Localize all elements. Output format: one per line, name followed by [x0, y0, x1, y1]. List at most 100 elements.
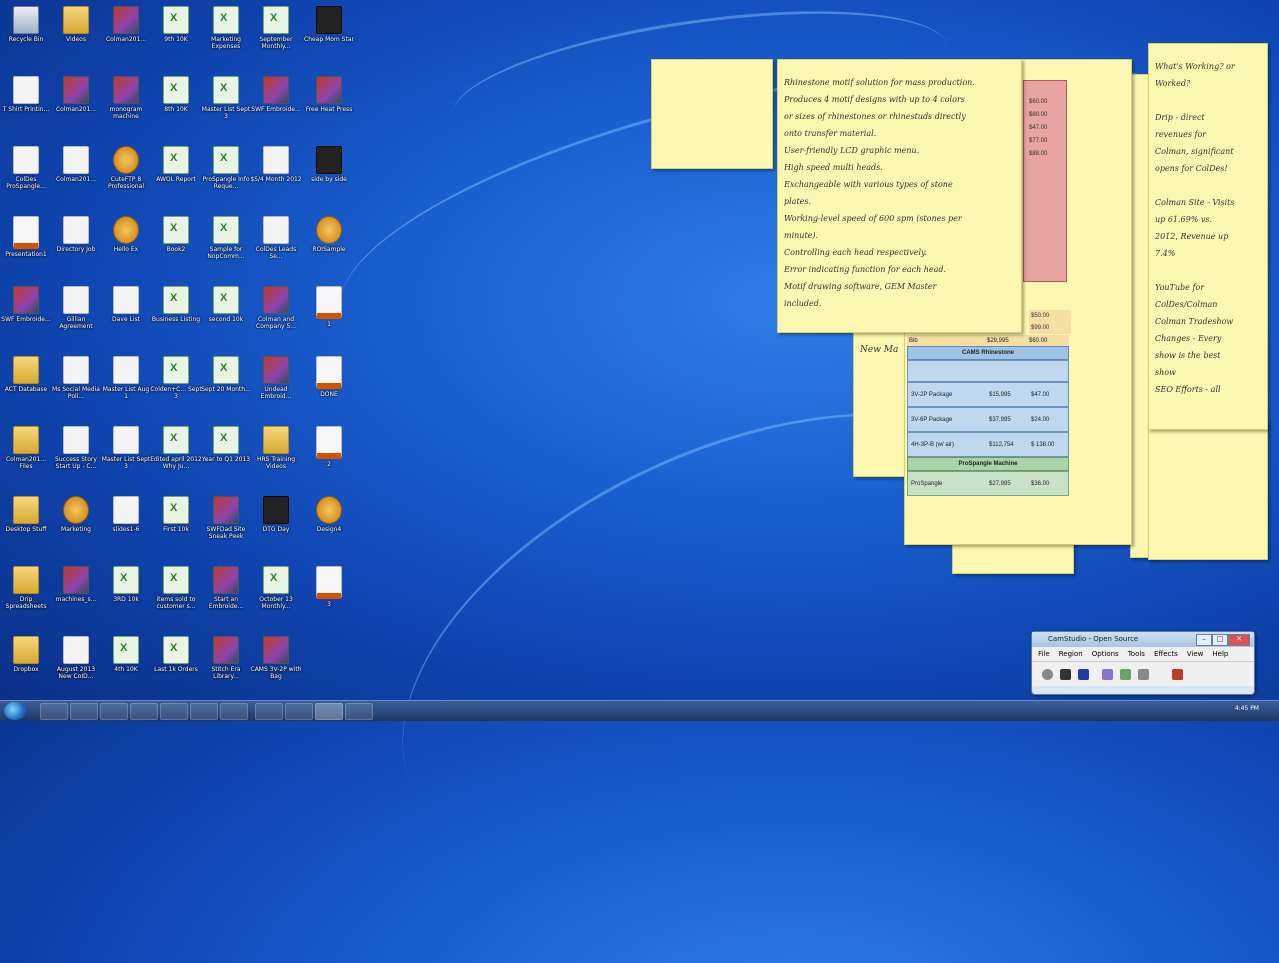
desktop-icon[interactable]: Dropbox: [0, 632, 52, 673]
desktop-icon[interactable]: Stitch Era Library...: [200, 632, 252, 680]
record-icon[interactable]: [1042, 668, 1053, 680]
desktop-icon[interactable]: Colman201... Files: [0, 422, 52, 470]
audio-icon[interactable]: [1172, 668, 1183, 680]
desktop-icon[interactable]: Start an Embroide...: [200, 562, 252, 610]
annotate-icon[interactable]: [1120, 668, 1131, 680]
desktop-icon[interactable]: slides1-6: [100, 492, 152, 533]
desktop-icon[interactable]: Videos: [50, 2, 102, 43]
close-button[interactable]: ✕: [1228, 634, 1250, 646]
desktop-icon[interactable]: 3RD 10k: [100, 562, 152, 603]
desktop-icon[interactable]: Directory Job: [50, 212, 102, 253]
desktop-icon[interactable]: ColDes ProSpangle...: [0, 142, 52, 190]
desktop-icon[interactable]: Desktop Stuff: [0, 492, 52, 533]
desktop-icon[interactable]: HRS Training Videos: [250, 422, 302, 470]
desktop-icon[interactable]: Colman and Company 5...: [250, 282, 302, 330]
desktop-icon[interactable]: September Monthly...: [250, 2, 302, 50]
desktop-icon[interactable]: ProSpangle Info Reque...: [200, 142, 252, 190]
menu-help[interactable]: Help: [1212, 650, 1228, 658]
desktop-icon[interactable]: Dave List: [100, 282, 152, 323]
desktop-icon[interactable]: T Shirt Printin...: [0, 72, 52, 113]
desktop-icon[interactable]: August 2013 New CoID...: [50, 632, 102, 680]
desktop-icon[interactable]: ColDes Leads Se...: [250, 212, 302, 260]
desktop-icon[interactable]: Undead Embroid...: [250, 352, 302, 400]
desktop-icon[interactable]: AWOL Report: [150, 142, 202, 183]
stop-icon[interactable]: [1078, 668, 1089, 680]
window-titlebar[interactable]: CamStudio - Open Source – □ ✕: [1032, 632, 1254, 647]
desktop-icon[interactable]: Edited april 2012 Why Ju...: [150, 422, 202, 470]
desktop-icon[interactable]: Marketing Expenses: [200, 2, 252, 50]
sticky-note-back[interactable]: [952, 540, 1074, 574]
settings-icon[interactable]: [1138, 668, 1149, 680]
desktop-icon[interactable]: Last 1k Orders: [150, 632, 202, 673]
menu-tools[interactable]: Tools: [1128, 650, 1145, 658]
start-button[interactable]: [4, 702, 26, 720]
sticky-note-empty[interactable]: [651, 59, 773, 169]
desktop-icon[interactable]: SWF Embroide...: [250, 72, 302, 113]
desktop-icon[interactable]: items sold to customer s...: [150, 562, 202, 610]
desktop-icon[interactable]: DTG Day: [250, 492, 302, 533]
desktop-icon[interactable]: Colden+C... Sept 3: [150, 352, 202, 400]
taskbar-app-icon[interactable]: [285, 703, 313, 720]
sticky-note-whats-working[interactable]: What's Working? or Worked? Drip - direct…: [1148, 43, 1268, 430]
taskbar-app-icon[interactable]: [255, 703, 283, 720]
desktop-icon[interactable]: Marketing: [50, 492, 102, 533]
taskbar-chrome-icon[interactable]: [100, 703, 128, 720]
taskbar-app-icon[interactable]: [190, 703, 218, 720]
desktop-icon[interactable]: Free Heat Press: [303, 72, 355, 113]
desktop-icon[interactable]: CuteFTP 8 Professional: [100, 142, 152, 190]
desktop-icon[interactable]: Year to Q1 2013: [200, 422, 252, 463]
desktop-icon[interactable]: Cheap Mom Star: [303, 2, 355, 43]
desktop-icon[interactable]: Master List Sept 3: [100, 422, 152, 470]
desktop-icon[interactable]: DONE: [303, 352, 355, 398]
desktop-icon[interactable]: monogram machine: [100, 72, 152, 120]
desktop-icon[interactable]: 4th 10K: [100, 632, 152, 673]
desktop-icon[interactable]: second 10k: [200, 282, 252, 323]
desktop-icon[interactable]: Recycle Bin: [0, 2, 52, 43]
taskbar-explorer-icon[interactable]: [70, 703, 98, 720]
desktop-icon[interactable]: CAMS 3V-2P with Bag: [250, 632, 302, 680]
desktop-icon[interactable]: Success Story Start Up - C...: [50, 422, 102, 470]
desktop-icon[interactable]: October 13 Monthly...: [250, 562, 302, 610]
camstudio-window[interactable]: CamStudio - Open Source – □ ✕ File Regio…: [1031, 631, 1255, 695]
desktop-icon[interactable]: First 10k: [150, 492, 202, 533]
menu-file[interactable]: File: [1038, 650, 1050, 658]
desktop-icon[interactable]: SWFDad Site Sneak Peek: [200, 492, 252, 540]
desktop-icon[interactable]: Design4: [303, 492, 355, 533]
desktop-icon[interactable]: Master List Aug 1: [100, 352, 152, 400]
video-icon[interactable]: [1102, 668, 1113, 680]
maximize-button[interactable]: □: [1212, 634, 1228, 646]
taskbar-app-icon[interactable]: [220, 703, 248, 720]
menu-view[interactable]: View: [1187, 650, 1204, 658]
sticky-note-back[interactable]: [1148, 420, 1268, 560]
sticky-note-new[interactable]: New Ma: [853, 325, 907, 477]
sticky-note-rhinestone[interactable]: Rhinestone motif solution for mass produ…: [777, 59, 1022, 333]
desktop-icon[interactable]: Gillian Agreement: [50, 282, 102, 330]
desktop-icon[interactable]: ACT Database: [0, 352, 52, 393]
desktop-icon[interactable]: 2: [303, 422, 355, 468]
desktop-icon[interactable]: Master List Sept 3: [200, 72, 252, 120]
desktop-icon[interactable]: Presentation1: [0, 212, 52, 258]
taskbar-app-icon[interactable]: [160, 703, 188, 720]
desktop-icon[interactable]: Colman201...: [50, 142, 102, 183]
taskbar-app-icon[interactable]: [315, 703, 343, 720]
desktop-icon[interactable]: 9th 10K: [150, 2, 202, 43]
desktop-icon[interactable]: 3: [303, 562, 355, 608]
desktop-icon[interactable]: $S/4 Month 2012: [250, 142, 302, 183]
desktop-icon[interactable]: 1: [303, 282, 355, 328]
desktop-icon[interactable]: SWF Embroide...: [0, 282, 52, 323]
menu-options[interactable]: Options: [1092, 650, 1119, 658]
pause-icon[interactable]: [1060, 668, 1071, 680]
minimize-button[interactable]: –: [1196, 634, 1212, 646]
taskbar-app-icon[interactable]: [130, 703, 158, 720]
desktop-icon[interactable]: Sept 20 Month...: [200, 352, 252, 393]
taskbar-app-icon[interactable]: [345, 703, 373, 720]
desktop-icon[interactable]: Colman201...: [100, 2, 152, 43]
desktop-icon[interactable]: Sample for NopComm...: [200, 212, 252, 260]
desktop-icon[interactable]: 8th 10K: [150, 72, 202, 113]
desktop-icon[interactable]: Book2: [150, 212, 202, 253]
menu-effects[interactable]: Effects: [1154, 650, 1178, 658]
desktop-icon[interactable]: ROISample: [303, 212, 355, 253]
desktop-icon[interactable]: Drip Spreadsheets: [0, 562, 52, 610]
menu-region[interactable]: Region: [1059, 650, 1083, 658]
clock[interactable]: 4:45 PM: [1235, 705, 1259, 712]
